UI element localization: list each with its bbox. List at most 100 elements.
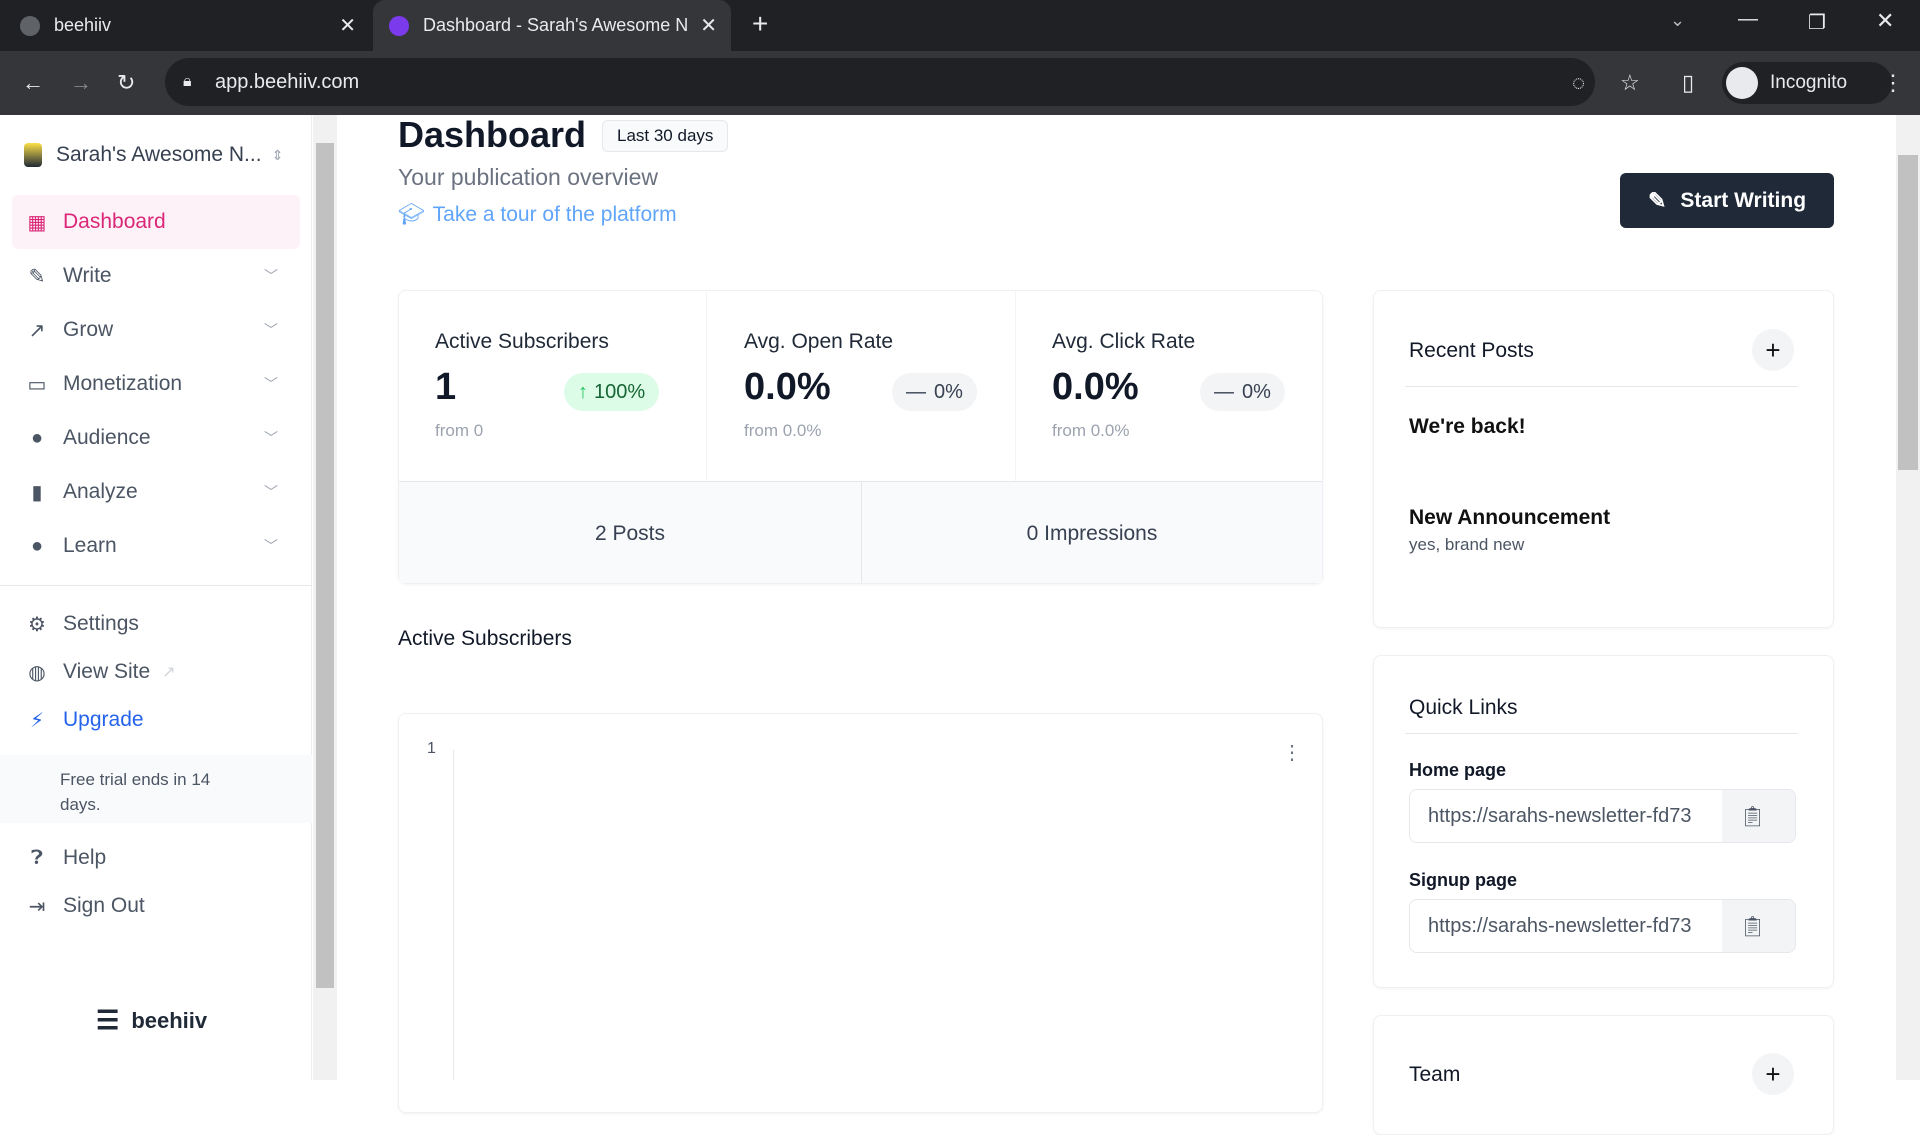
add-post-button[interactable]: + [1752, 329, 1794, 371]
gear-icon: ⚙ [28, 613, 46, 636]
sidebar-item-grow[interactable]: ↗ Grow ﹀ [12, 303, 300, 357]
sidebar-item-label: Analyze [63, 480, 138, 503]
page-title: Dashboard [398, 114, 587, 155]
date-range-badge[interactable]: Last 30 days [602, 120, 729, 152]
tab-title: Dashboard - Sarah's Awesome N [423, 15, 689, 35]
copy-signup-url-button[interactable]: 📋︎ [1722, 900, 1795, 952]
home-page-label: Home page [1409, 760, 1507, 780]
sidebar-divider [0, 585, 312, 586]
close-tab-icon[interactable]: ✕ [339, 13, 356, 38]
chevron-down-icon: ﹀ [264, 268, 278, 284]
stat-label: Active Subscribers [435, 330, 609, 353]
sidebar-item-dashboard[interactable]: ▦ Dashboard [12, 195, 300, 249]
beehiiv-logo-icon: ☰ [96, 1005, 120, 1035]
tour-link-text: Take a tour of the platform [432, 203, 677, 226]
eye-off-icon[interactable]: ◌ [1572, 70, 1585, 96]
post-title[interactable]: New Announcement [1409, 506, 1610, 530]
pencil-icon: ✎ [1647, 187, 1667, 213]
sidebar-item-audience[interactable]: ● Audience ﹀ [12, 411, 300, 465]
globe-icon: ◍ [28, 661, 46, 684]
home-page-url-field[interactable]: https://sarahs-newsletter-fd73 📋︎ [1409, 789, 1796, 843]
sidebar-item-label: Grow [63, 318, 114, 341]
sidebar-item-monetization[interactable]: ▭ Monetization ﹀ [12, 357, 300, 411]
change-badge: — 0% [1200, 373, 1285, 411]
stat-label: Avg. Open Rate [744, 330, 894, 353]
help-icon: ❓︎ [30, 846, 44, 869]
post-subtitle: yes, brand new [1409, 535, 1525, 554]
reload-icon[interactable]: ↻ [117, 70, 135, 96]
chevron-down-icon: ﹀ [264, 322, 278, 338]
forward-icon[interactable]: → [70, 70, 92, 96]
graduation-cap-icon: 🎓︎ [398, 203, 425, 226]
minimize-icon[interactable]: — [1738, 8, 1758, 31]
bookmark-star-icon[interactable]: ☆ [1620, 70, 1640, 96]
restore-icon[interactable]: ❐ [1808, 10, 1826, 35]
plus-icon: + [1765, 334, 1781, 365]
plus-icon: + [1765, 1058, 1781, 1089]
sidebar-item-label: Audience [63, 426, 151, 449]
publication-selector[interactable]: Sarah's Awesome N... ⇕ [24, 140, 284, 170]
publication-name: Sarah's Awesome N... [56, 143, 262, 166]
sidebar-item-write[interactable]: ✎ Write ﹀ [12, 249, 300, 303]
copy-home-url-button[interactable]: 📋︎ [1722, 790, 1795, 842]
users-icon: ● [30, 426, 44, 449]
sidebar-item-settings[interactable]: ⚙ Settings [12, 597, 300, 651]
sidebar-scroll-thumb[interactable] [316, 143, 334, 988]
sidebar-item-analyze[interactable]: ▮ Analyze ﹀ [12, 465, 300, 519]
signup-page-url-field[interactable]: https://sarahs-newsletter-fd73 📋︎ [1409, 899, 1796, 953]
change-value: 100% [594, 380, 646, 403]
sidebar-item-label: Dashboard [63, 210, 166, 233]
sidebar-item-sign-out[interactable]: ⇥ Sign Out [12, 879, 300, 933]
cash-icon: ▭ [27, 373, 47, 396]
tab-beehiiv[interactable]: beehiiv ✕ [20, 0, 370, 51]
start-writing-button[interactable]: ✎ Start Writing [1620, 173, 1834, 228]
kebab-menu-icon[interactable]: ⋮ [1282, 740, 1302, 765]
divider [706, 291, 707, 481]
sidebar-item-upgrade[interactable]: ⚡︎ Upgrade [12, 693, 300, 747]
signup-page-label: Signup page [1409, 870, 1517, 890]
close-window-icon[interactable]: ✕ [1876, 8, 1894, 34]
recent-posts-title: Recent Posts [1409, 339, 1534, 362]
url-text: app.beehiiv.com [215, 70, 360, 93]
post-title[interactable]: We're back! [1409, 415, 1526, 439]
tab-search-icon[interactable]: ⌄ [1670, 10, 1685, 31]
change-value: 0% [934, 380, 963, 403]
back-icon[interactable]: ← [22, 70, 44, 96]
profile-button[interactable]: Incognito [1722, 62, 1892, 104]
add-team-member-button[interactable]: + [1752, 1053, 1794, 1095]
y-tick-label: 1 [427, 740, 436, 757]
new-tab-icon[interactable]: + [752, 8, 768, 40]
quick-links-title: Quick Links [1409, 696, 1518, 719]
address-bar[interactable]: 🔒︎ app.beehiiv.com [165, 58, 1595, 106]
external-link-icon: ↗ [162, 664, 176, 681]
lock-icon: 🔒︎ [183, 73, 192, 90]
minus-icon: — [1214, 380, 1234, 403]
main-scroll-thumb[interactable] [1898, 155, 1918, 470]
close-tab-icon[interactable]: ✕ [700, 13, 717, 38]
profile-label: Incognito [1770, 72, 1848, 93]
sidebar-item-view-site[interactable]: ◍ View Site ↗ [12, 645, 300, 699]
tab-bar: beehiiv ✕ Dashboard - Sarah's Awesome N ✕ … [0, 0, 1920, 51]
sidebar-item-help[interactable]: ❓︎ Help [12, 831, 300, 885]
stat-value: 0.0% [744, 366, 831, 408]
tour-link[interactable]: 🎓︎ Take a tour of the platform [398, 203, 677, 227]
clipboard-icon: 📋︎ [1740, 805, 1766, 828]
tab-dashboard[interactable]: Dashboard - Sarah's Awesome N ✕ [373, 0, 731, 51]
sidebar-item-label: View Site [63, 660, 151, 683]
chevron-down-icon: ﹀ [264, 376, 278, 392]
incognito-icon [1726, 67, 1758, 99]
minus-icon: — [906, 380, 926, 403]
trial-notice: Free trial ends in 14 days. [0, 755, 312, 823]
change-badge: — 0% [892, 373, 977, 411]
pencil-icon: ✎ [28, 265, 46, 288]
side-panel-icon[interactable]: ▯ [1682, 70, 1694, 96]
button-label: Start Writing [1680, 188, 1807, 212]
sidebar-item-label: Monetization [63, 372, 183, 395]
chevron-down-icon: ﹀ [264, 484, 278, 500]
sidebar-item-learn[interactable]: ● Learn ﹀ [12, 519, 300, 573]
chevron-down-icon: ﹀ [264, 538, 278, 554]
sign-out-icon: ⇥ [28, 895, 46, 918]
menu-icon[interactable]: ⋮ [1882, 70, 1904, 96]
globe-icon [20, 15, 40, 36]
sidebar-item-label: Sign Out [63, 894, 145, 917]
